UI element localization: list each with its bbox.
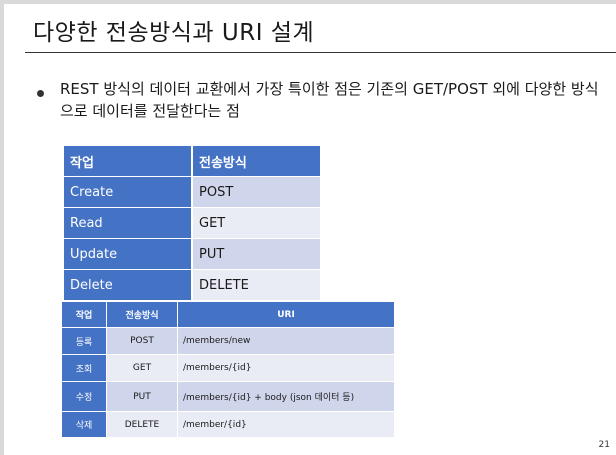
slide: 다양한 전송방식과 URI 설계 REST 방식의 데이터 교환에서 가장 특이… — [4, 4, 616, 455]
bullet-icon — [37, 90, 44, 97]
header-cell: URI — [177, 302, 394, 328]
method-cell: POST — [106, 327, 178, 355]
uri-cell: /member/{id} — [177, 411, 394, 438]
operation-cell: 삭제 — [62, 411, 107, 438]
slide-title: 다양한 전송방식과 URI 설계 — [33, 20, 315, 46]
operation-cell: 조회 — [62, 354, 107, 382]
operation-cell: Update — [64, 238, 193, 270]
method-cell: DELETE — [192, 269, 320, 301]
page-number: 21 — [598, 440, 610, 450]
table-row: 등록 POST /members/new — [62, 327, 394, 355]
table-row: Delete DELETE — [64, 269, 320, 301]
header-cell: 작업 — [62, 302, 107, 328]
table-row: Read GET — [64, 207, 320, 239]
header-cell: 전송방식 — [106, 302, 178, 328]
operation-cell: Delete — [64, 269, 193, 301]
table-row: 삭제 DELETE /member/{id} — [62, 411, 394, 438]
method-table: 작업 전송방식 Create POST Read GET Update PUT … — [64, 146, 320, 301]
uri-cell: /members/new — [177, 327, 394, 355]
method-cell: PUT — [106, 381, 178, 412]
operation-cell: 수정 — [62, 381, 107, 412]
method-cell: GET — [192, 207, 320, 239]
uri-cell: /members/{id} + body (json 데이터 등) — [177, 381, 394, 412]
operation-cell: Create — [64, 176, 193, 208]
table-header-row: 작업 전송방식 — [64, 146, 320, 177]
title-divider — [25, 52, 616, 53]
method-cell: POST — [192, 176, 320, 208]
uri-cell: /members/{id} — [177, 354, 394, 382]
operation-cell: 등록 — [62, 327, 107, 355]
operation-cell: Read — [64, 207, 193, 239]
bullet-text: REST 방식의 데이터 교환에서 가장 특이한 점은 기존의 GET/POST… — [60, 80, 599, 120]
table-row: Update PUT — [64, 238, 320, 270]
table-row: Create POST — [64, 176, 320, 208]
method-cell: GET — [106, 354, 178, 382]
table-row: 수정 PUT /members/{id} + body (json 데이터 등) — [62, 381, 394, 412]
header-cell: 전송방식 — [192, 146, 320, 177]
table-row: 조회 GET /members/{id} — [62, 354, 394, 382]
method-cell: DELETE — [106, 411, 178, 438]
table-header-row: 작업 전송방식 URI — [62, 302, 394, 328]
uri-table: 작업 전송방식 URI 등록 POST /members/new 조회 GET … — [62, 302, 394, 438]
header-cell: 작업 — [64, 146, 193, 177]
method-cell: PUT — [192, 238, 320, 270]
